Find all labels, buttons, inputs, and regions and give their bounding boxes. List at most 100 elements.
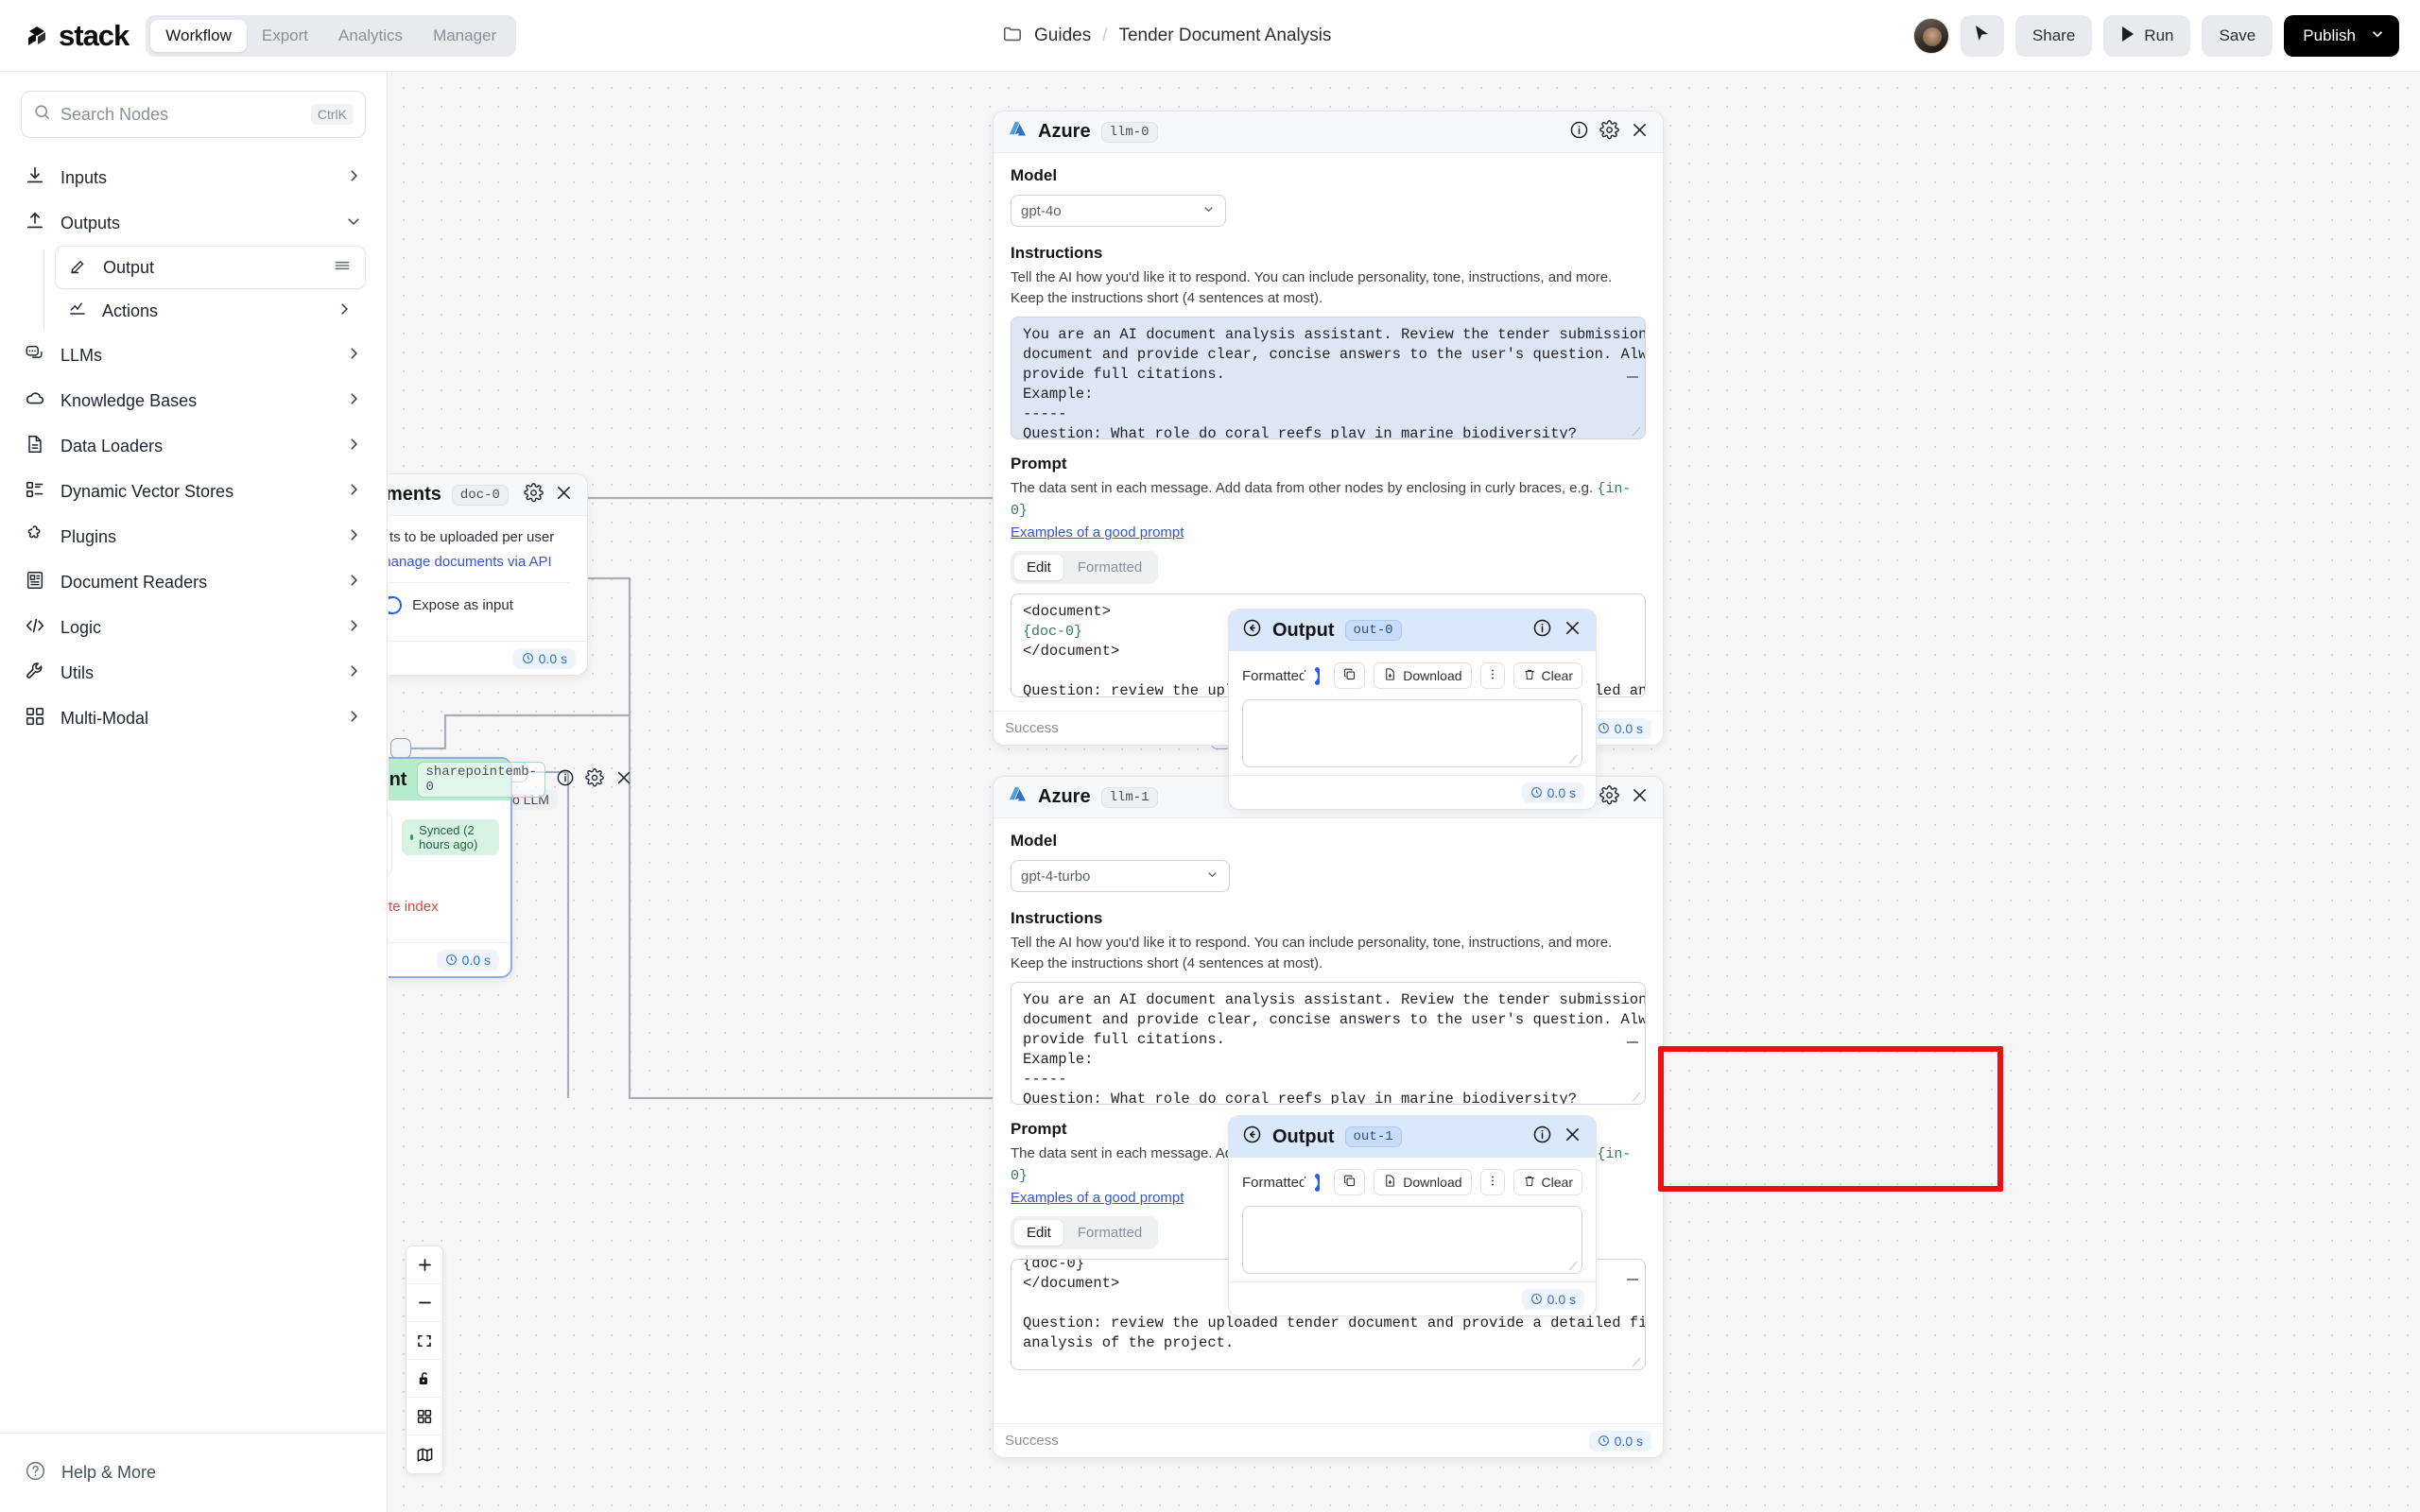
- scrollbar-thumb[interactable]: [1627, 1279, 1638, 1280]
- workflow-canvas[interactable]: Input Input query To LLM Input Completio…: [389, 73, 2420, 1512]
- output-textarea[interactable]: ⟋: [1242, 699, 1582, 767]
- sidebar-item-outputs[interactable]: Outputs: [0, 200, 387, 246]
- tab-workflow[interactable]: Workflow: [150, 19, 247, 52]
- gear-icon[interactable]: [524, 482, 544, 507]
- download-button[interactable]: Download: [1374, 1169, 1472, 1195]
- tab-manager[interactable]: Manager: [418, 20, 511, 52]
- breadcrumb-current[interactable]: Tender Document Analysis: [1118, 26, 1331, 46]
- formatted-toggle[interactable]: [1304, 1173, 1321, 1192]
- resize-handle-icon[interactable]: ⟋: [1633, 1357, 1642, 1368]
- avatar[interactable]: [1912, 18, 1949, 54]
- close-icon[interactable]: [1630, 785, 1650, 810]
- toggle-minimap-button[interactable]: [406, 1435, 442, 1473]
- tab-formatted[interactable]: Formatted: [1065, 1220, 1154, 1246]
- tab-export[interactable]: Export: [247, 20, 323, 52]
- close-icon[interactable]: [554, 483, 574, 507]
- copy-button[interactable]: [1334, 662, 1366, 689]
- node-output-out-1[interactable]: Output out-1 Formatted Download Clear ⟋ …: [1228, 1115, 1597, 1316]
- sidebar-item-dynamic-vector-stores[interactable]: Dynamic Vector Stores: [0, 469, 387, 514]
- good-prompt-examples-link[interactable]: Examples of a good prompt: [1011, 524, 1646, 541]
- back-circle-icon[interactable]: [1242, 618, 1262, 643]
- sidebar-item-actions[interactable]: Actions: [55, 289, 366, 333]
- sidebar-item-output[interactable]: Output: [55, 246, 366, 289]
- copy-icon: [1342, 1174, 1357, 1191]
- node-output-out-0[interactable]: Output out-0 Formatted Download Clear ⟋ …: [1228, 609, 1597, 810]
- clear-button[interactable]: Clear: [1512, 1169, 1582, 1195]
- breadcrumb-parent[interactable]: Guides: [1034, 26, 1091, 46]
- scrollbar-thumb[interactable]: [1627, 376, 1638, 378]
- node-documents[interactable]: Documents doc-0 Documents to be uploaded…: [389, 473, 588, 676]
- sidebar-item-document-readers[interactable]: Document Readers: [0, 559, 387, 605]
- info-icon[interactable]: [1532, 1125, 1552, 1149]
- prompt-help-text: The data sent in each message. Add data …: [1011, 480, 1598, 496]
- cursor-icon: [1974, 25, 1990, 47]
- publish-button[interactable]: Publish: [2284, 15, 2399, 57]
- instructions-textarea[interactable]: You are an AI document analysis assistan…: [1011, 317, 1646, 439]
- expose-as-input-toggle[interactable]: [389, 596, 403, 614]
- more-button[interactable]: [1479, 662, 1505, 689]
- resize-handle-icon[interactable]: ⟋: [1569, 754, 1579, 765]
- copy-button[interactable]: [1334, 1169, 1366, 1195]
- sidebar-item-label: LLMs: [60, 345, 103, 365]
- sidebar-item-multi-modal[interactable]: Multi-Modal: [0, 696, 387, 741]
- brand-logo[interactable]: stack: [25, 19, 130, 53]
- manage-documents-api-link[interactable]: How to manage documents via API: [389, 554, 578, 570]
- info-icon[interactable]: [556, 768, 575, 792]
- sidebar-item-knowledge-bases[interactable]: Knowledge Bases: [0, 378, 387, 423]
- sharepoint-connection-card[interactable]: Connected Click to disconnect: [389, 812, 392, 876]
- clear-button[interactable]: Clear: [1512, 662, 1582, 689]
- formatted-toggle[interactable]: [1304, 666, 1321, 685]
- close-icon[interactable]: [1563, 618, 1582, 643]
- share-button[interactable]: Share: [2014, 15, 2093, 57]
- tab-formatted[interactable]: Formatted: [1065, 555, 1154, 580]
- model-select[interactable]: gpt-4o: [1011, 195, 1226, 227]
- lock-canvas-button[interactable]: [406, 1360, 442, 1398]
- fit-view-button[interactable]: [406, 1322, 442, 1360]
- info-icon[interactable]: [1532, 618, 1552, 643]
- node-sharepoint[interactable]: S Sharepoint sharepointemb-0: [389, 757, 631, 978]
- run-button[interactable]: Run: [2103, 15, 2191, 57]
- close-icon[interactable]: [614, 768, 633, 792]
- node-title: Output: [1272, 1125, 1335, 1147]
- info-icon[interactable]: [1569, 120, 1589, 145]
- delete-index-link[interactable]: Delete index: [389, 899, 439, 915]
- resize-handle-icon[interactable]: ⟋: [1633, 426, 1642, 438]
- output-textarea[interactable]: ⟋: [1242, 1206, 1582, 1274]
- sidebar-item-inputs[interactable]: Inputs: [0, 155, 387, 200]
- menu-lines-icon[interactable]: [333, 256, 352, 280]
- node-footer: 0.0 s: [389, 641, 587, 675]
- download-button[interactable]: Download: [1374, 662, 1472, 689]
- tab-analytics[interactable]: Analytics: [323, 20, 418, 52]
- resize-handle-icon[interactable]: ⟋: [1569, 1261, 1579, 1272]
- tab-edit[interactable]: Edit: [1014, 555, 1063, 580]
- model-select[interactable]: gpt-4-turbo: [1011, 860, 1230, 892]
- gear-icon[interactable]: [585, 767, 604, 792]
- save-button[interactable]: Save: [2202, 15, 2273, 57]
- sidebar-item-data-loaders[interactable]: Data Loaders: [0, 423, 387, 469]
- more-button[interactable]: [1479, 1169, 1505, 1195]
- formatted-label: Formatted: [1242, 1174, 1307, 1191]
- resize-handle-icon[interactable]: ⟋: [1633, 684, 1642, 696]
- connection-handle-sharepoint-input-query[interactable]: [390, 738, 411, 759]
- folder-icon: [1002, 24, 1023, 49]
- scrollbar-thumb[interactable]: [1627, 1041, 1638, 1043]
- cursor-tool-button[interactable]: [1960, 15, 2004, 57]
- toggle-grid-button[interactable]: [406, 1398, 442, 1435]
- search-input[interactable]: Search Nodes CtrlK: [21, 91, 366, 138]
- sidebar-item-logic[interactable]: Logic: [0, 605, 387, 650]
- zoom-in-button[interactable]: [406, 1246, 442, 1284]
- tab-edit[interactable]: Edit: [1014, 1220, 1063, 1246]
- gear-icon[interactable]: [1599, 119, 1619, 145]
- sidebar-item-plugins[interactable]: Plugins: [0, 514, 387, 559]
- close-icon[interactable]: [1630, 120, 1650, 145]
- sidebar-item-label: Inputs: [60, 167, 108, 187]
- gear-icon[interactable]: [1599, 784, 1619, 810]
- instructions-textarea[interactable]: You are an AI document analysis assistan…: [1011, 982, 1646, 1105]
- sidebar-item-llms[interactable]: LLMs: [0, 333, 387, 378]
- help-and-more-button[interactable]: Help & More: [0, 1433, 388, 1512]
- back-circle-icon[interactable]: [1242, 1125, 1262, 1149]
- close-icon[interactable]: [1563, 1125, 1582, 1149]
- sidebar-item-utils[interactable]: Utils: [0, 650, 387, 696]
- zoom-out-button[interactable]: [406, 1284, 442, 1322]
- resize-handle-icon[interactable]: ⟋: [1633, 1091, 1642, 1103]
